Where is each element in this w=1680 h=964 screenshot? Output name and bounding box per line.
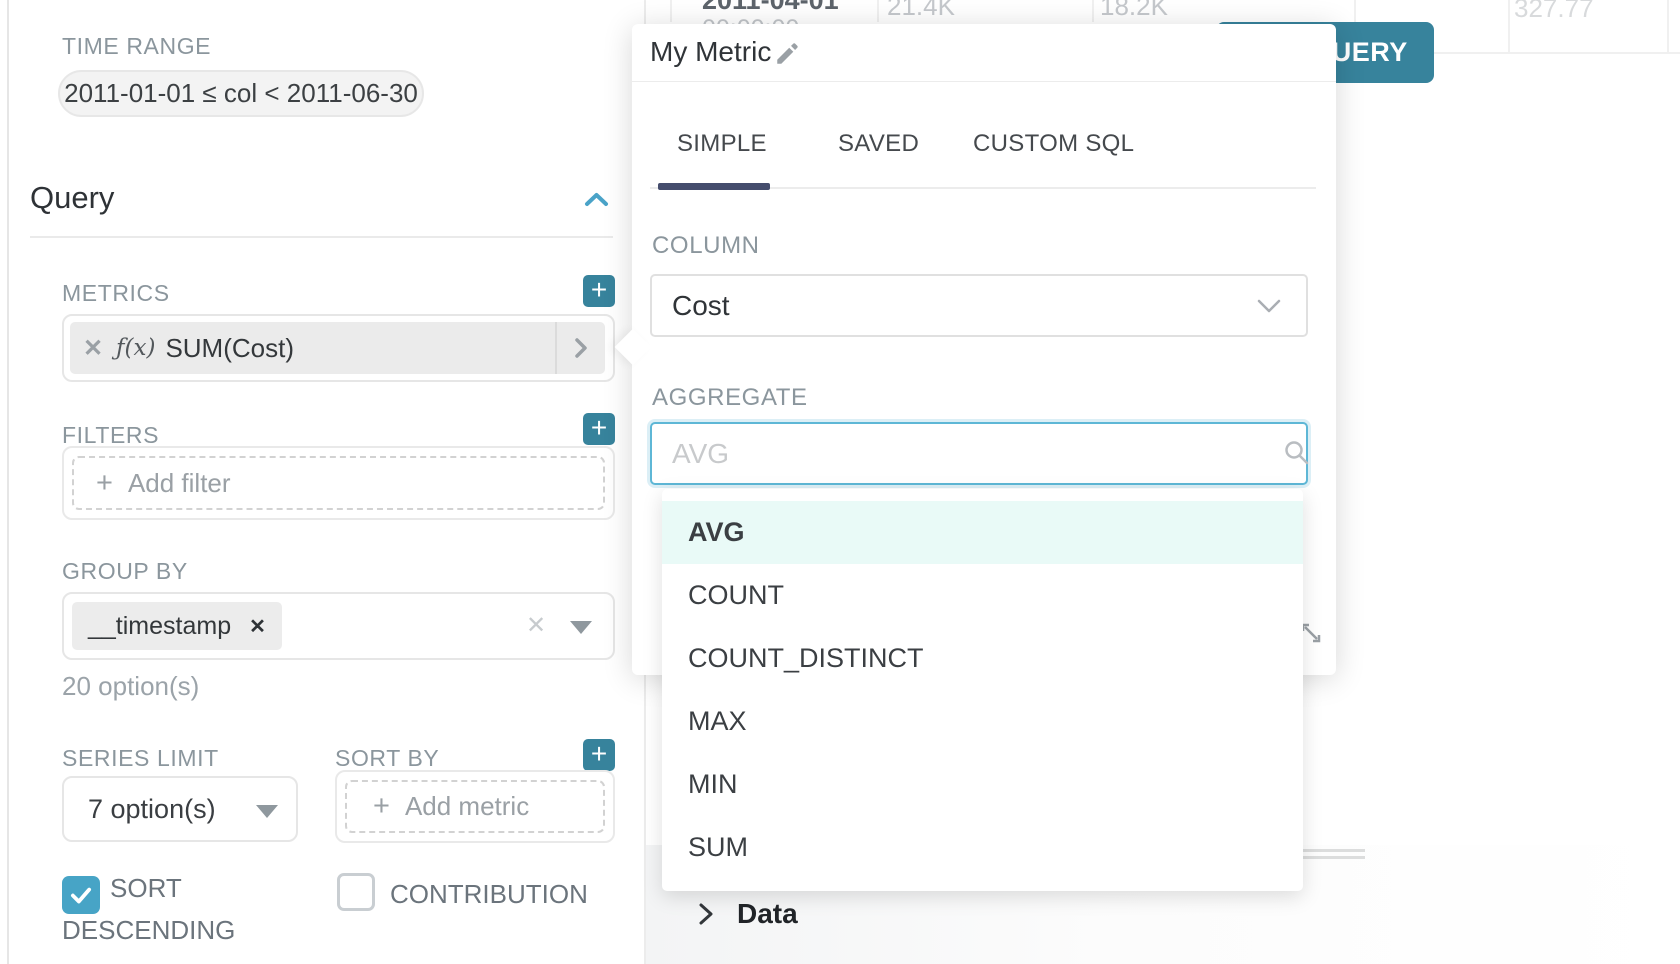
table-grid-line [1667, 0, 1669, 53]
menu-item-min[interactable]: MIN [662, 753, 1303, 816]
chevron-down-icon [1256, 298, 1282, 314]
remove-metric-icon[interactable]: ✕ [70, 334, 116, 363]
sort-descending-control: SORT DESCENDING [62, 872, 277, 947]
query-section-title: Query [30, 180, 114, 216]
time-range-pill[interactable]: 2011-01-01 ≤ col < 2011-06-30 [58, 70, 424, 117]
table-grid-line [670, 0, 672, 22]
menu-item-count-distinct[interactable]: COUNT_DISTINCT [662, 627, 1303, 690]
menu-item-avg[interactable]: AVG [662, 501, 1303, 564]
active-tab-indicator [658, 183, 770, 190]
add-filter-placeholder: Add filter [128, 468, 231, 499]
explore-view: TIME RANGE 2011-01-01 ≤ col < 2011-06-30… [0, 0, 1680, 964]
column-label: COLUMN [652, 232, 760, 260]
metric-expand-control[interactable] [555, 322, 605, 374]
query-divider [30, 236, 613, 238]
metrics-label: METRICS [62, 280, 170, 307]
metric-pill-label: SUM(Cost) [165, 333, 294, 364]
series-limit-select[interactable]: 7 option(s) [62, 776, 298, 842]
filters-label: FILTERS [62, 422, 159, 449]
contribution-checkbox[interactable] [337, 873, 375, 911]
table-grid-line [877, 0, 879, 22]
chevron-up-icon[interactable] [583, 190, 610, 208]
sort-by-label: SORT BY [335, 745, 439, 772]
add-filter-dropzone[interactable]: + Add filter [72, 456, 605, 510]
table-cell-value: 327.77 [1514, 0, 1594, 24]
chevron-down-icon[interactable] [570, 621, 592, 634]
plus-icon: + [96, 469, 113, 498]
column-select[interactable]: Cost [650, 274, 1308, 337]
group-by-label: GROUP BY [62, 558, 188, 585]
tab-custom-sql[interactable]: CUSTOM SQL [973, 130, 1134, 158]
group-by-select[interactable]: __timestamp ✕ ✕ [62, 592, 615, 660]
sort-by-box: + Add metric [335, 770, 615, 843]
menu-item-sum[interactable]: SUM [662, 816, 1303, 879]
add-sort-metric-dropzone[interactable]: + Add metric [345, 780, 605, 833]
tab-simple[interactable]: SIMPLE [677, 130, 767, 158]
sort-descending-checkbox[interactable] [62, 876, 100, 914]
add-metric-button[interactable]: + [583, 275, 615, 307]
aggregate-dropdown-menu: AVG COUNT COUNT_DISTINCT MAX MIN SUM [662, 489, 1303, 891]
series-limit-label: SERIES LIMIT [62, 745, 219, 772]
splitter-grip-line[interactable] [1303, 849, 1365, 852]
contribution-label: CONTRIBUTION [390, 879, 588, 910]
group-by-tag-label: __timestamp [88, 612, 231, 641]
filters-box: + Add filter [62, 446, 615, 520]
menu-item-max[interactable]: MAX [662, 690, 1303, 753]
table-cell-date: 2011-04-01 [702, 0, 839, 16]
splitter-grip-line[interactable] [1303, 856, 1365, 859]
group-by-tag[interactable]: __timestamp ✕ [72, 602, 282, 650]
add-sort-metric-placeholder: Add metric [405, 791, 529, 822]
popover-header-divider [632, 81, 1336, 82]
popover-title: My Metric [650, 36, 771, 68]
add-sort-metric-button[interactable]: + [583, 739, 615, 771]
add-filter-plus-button[interactable]: + [583, 413, 615, 445]
search-icon [1282, 438, 1312, 468]
aggregate-label: AGGREGATE [652, 384, 808, 412]
table-grid-line [1092, 0, 1094, 22]
edit-pencil-icon[interactable] [774, 41, 800, 67]
menu-item-count[interactable]: COUNT [662, 564, 1303, 627]
remove-tag-icon[interactable]: ✕ [249, 614, 266, 639]
check-icon [68, 882, 94, 908]
column-select-value: Cost [652, 276, 1306, 335]
clear-select-icon[interactable]: ✕ [526, 611, 546, 640]
chevron-down-icon [256, 805, 278, 818]
table-grid-line [1508, 0, 1510, 53]
panel-left-border [7, 0, 9, 964]
series-limit-value: 7 option(s) [88, 794, 216, 825]
table-cell-value: 18.2K [1100, 0, 1168, 22]
metric-pill[interactable]: ✕ ƒ(x) SUM(Cost) [70, 322, 605, 374]
aggregate-search-input[interactable] [650, 422, 1308, 485]
chevron-right-icon[interactable] [696, 902, 716, 926]
metrics-box: ✕ ƒ(x) SUM(Cost) [62, 314, 615, 382]
data-panel-title[interactable]: Data [737, 898, 798, 930]
chevron-right-icon [573, 337, 589, 359]
function-icon: ƒ(x) [116, 335, 155, 361]
tab-saved[interactable]: SAVED [838, 130, 919, 158]
plus-icon: + [373, 792, 390, 821]
time-range-label: TIME RANGE [62, 33, 211, 60]
table-cell-value: 21.4K [887, 0, 955, 22]
group-by-options-hint: 20 option(s) [62, 671, 199, 702]
popover-arrow [615, 329, 652, 366]
